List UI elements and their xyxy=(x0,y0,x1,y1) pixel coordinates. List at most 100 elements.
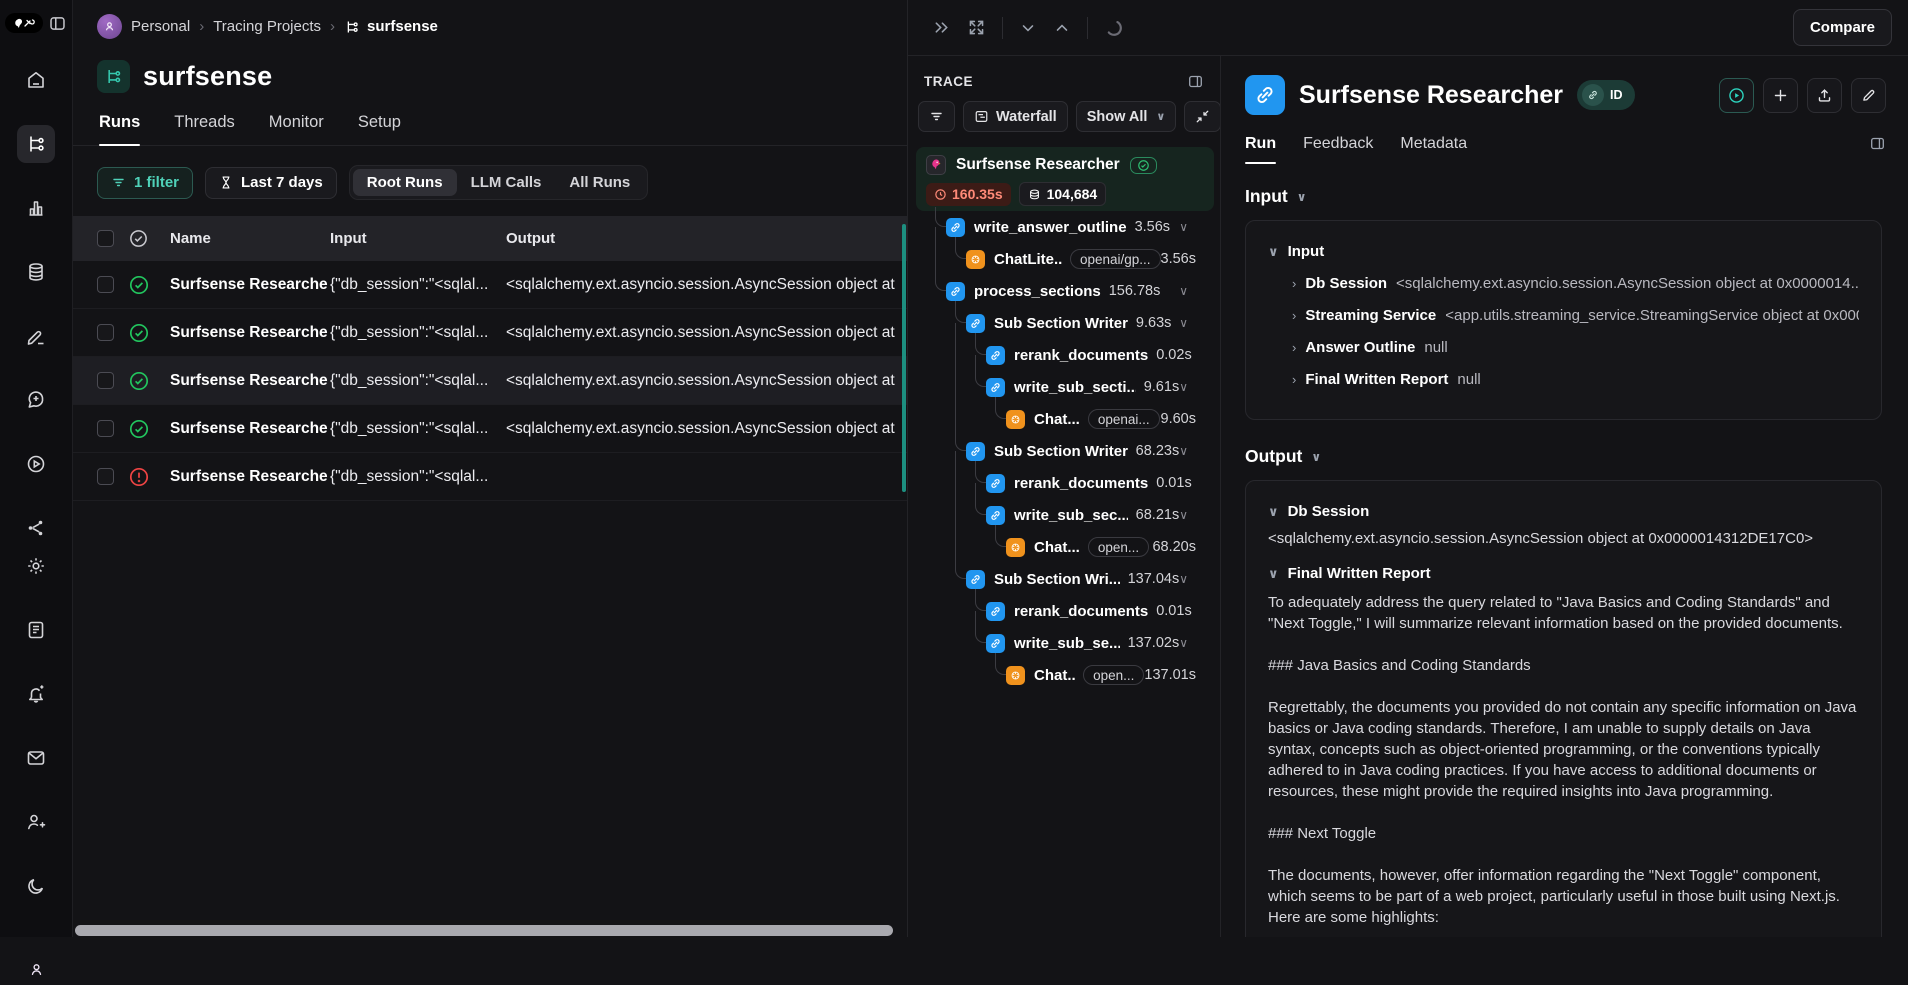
input-field-row[interactable]: › Final Written Report null xyxy=(1292,371,1859,388)
sidebar-item[interactable] xyxy=(17,61,55,99)
input-section-heading[interactable]: Input ∨ xyxy=(1245,186,1882,207)
breadcrumb-section[interactable]: Tracing Projects xyxy=(213,18,321,35)
sidebar-item[interactable] xyxy=(17,189,55,227)
chevron-down-icon[interactable]: ∨ xyxy=(1179,220,1188,234)
date-range-chip[interactable]: Last 7 days xyxy=(205,167,337,199)
chevron-down-icon[interactable]: ∨ xyxy=(1179,572,1188,586)
table-row[interactable]: Surfsense Researcher {"db_session":"<sql… xyxy=(73,309,907,357)
node-name: write_sub_secti... xyxy=(1014,379,1136,396)
chevron-right-icon[interactable]: › xyxy=(1292,308,1296,323)
main-tab[interactable]: Runs xyxy=(99,113,140,145)
home-icon xyxy=(25,69,47,91)
main-tab[interactable]: Threads xyxy=(174,113,235,145)
segment-option[interactable]: All Runs xyxy=(555,169,644,196)
sidebar-item[interactable] xyxy=(17,125,55,163)
trace-node[interactable]: write_sub_se... 137.02s ∨ xyxy=(916,627,1214,659)
trace-node[interactable]: Sub Section Wri... 137.04s ∨ xyxy=(916,563,1214,595)
run-id-badge[interactable]: ID xyxy=(1577,80,1635,110)
langsmith-logo[interactable] xyxy=(5,13,43,33)
input-field-row[interactable]: › Db Session <sqlalchemy.ext.asyncio.ses… xyxy=(1292,275,1859,292)
sidebar-item[interactable] xyxy=(17,381,55,419)
input-field-row[interactable]: › Streaming Service <app.utils.streaming… xyxy=(1292,307,1859,324)
table-row[interactable]: Surfsense Researcher {"db_session":"<sql… xyxy=(73,405,907,453)
row-checkbox[interactable] xyxy=(97,420,114,437)
main-tab[interactable]: Monitor xyxy=(269,113,324,145)
trace-node[interactable]: Chat... open... 137.01s xyxy=(916,659,1214,691)
segment-option[interactable]: Root Runs xyxy=(353,169,457,196)
sidebar-item[interactable] xyxy=(17,803,55,841)
collapse-tree-button[interactable] xyxy=(1184,101,1220,132)
chevron-down-icon[interactable]: ∨ xyxy=(1179,508,1188,522)
table-row[interactable]: Surfsense Researcher {"db_session":"<sql… xyxy=(73,453,907,501)
select-all-checkbox[interactable] xyxy=(97,230,114,247)
sidebar-item[interactable] xyxy=(17,253,55,291)
detail-tab[interactable]: Run xyxy=(1245,135,1276,164)
open-in-playground-button[interactable] xyxy=(1719,78,1754,113)
input-group-label[interactable]: ∨ Input xyxy=(1268,243,1859,260)
waterfall-button[interactable]: Waterfall xyxy=(963,101,1068,132)
chevron-down-icon: ∨ xyxy=(1297,190,1307,204)
chevron-right-icon[interactable]: › xyxy=(1292,276,1296,291)
next-run-chevron-icon[interactable] xyxy=(1045,19,1079,37)
prev-run-chevron-icon[interactable] xyxy=(1011,19,1045,37)
model-badge: open... xyxy=(1083,665,1144,685)
sidebar-item[interactable] xyxy=(17,445,55,483)
detail-tab[interactable]: Metadata xyxy=(1400,135,1467,164)
main-tab[interactable]: Setup xyxy=(358,113,401,145)
expand-fullscreen-icon[interactable] xyxy=(959,18,994,37)
sidebar-item[interactable] xyxy=(17,867,55,905)
chevron-down-icon[interactable]: ∨ xyxy=(1179,444,1188,458)
chevron-down-icon[interactable]: ∨ xyxy=(1179,636,1188,650)
add-button[interactable] xyxy=(1763,78,1798,113)
table-vertical-scrollbar[interactable] xyxy=(902,224,906,492)
input-field-row[interactable]: › Answer Outline null xyxy=(1292,339,1859,356)
column-output[interactable]: Output xyxy=(506,230,907,247)
output-report-label[interactable]: ∨ Final Written Report xyxy=(1268,565,1859,582)
chevron-right-icon[interactable]: › xyxy=(1292,372,1296,387)
table-horizontal-scrollbar[interactable] xyxy=(75,925,893,936)
segment-option[interactable]: LLM Calls xyxy=(457,169,556,196)
output-section-heading[interactable]: Output ∨ xyxy=(1245,446,1882,467)
column-input[interactable]: Input xyxy=(330,230,504,247)
sidebar-item[interactable] xyxy=(17,739,55,777)
table-row[interactable]: Surfsense Researcher {"db_session":"<sql… xyxy=(73,357,907,405)
table-row[interactable]: Surfsense Researcher {"db_session":"<sql… xyxy=(73,261,907,309)
compare-button[interactable]: Compare xyxy=(1793,9,1892,46)
edit-button[interactable] xyxy=(1851,78,1886,113)
org-avatar[interactable] xyxy=(97,14,122,39)
trace-glyph-icon xyxy=(344,19,360,35)
chevron-down-icon[interactable]: ∨ xyxy=(1179,316,1188,330)
row-checkbox[interactable] xyxy=(97,276,114,293)
chevron-down-icon[interactable]: ∨ xyxy=(1179,380,1188,394)
field-value: <app.utils.streaming_service.StreamingSe… xyxy=(1445,307,1859,324)
row-checkbox[interactable] xyxy=(97,372,114,389)
trace-root-node[interactable]: Surfsense Researcher 160.35s 104,684 xyxy=(916,147,1214,211)
show-all-dropdown[interactable]: Show All ∨ xyxy=(1076,101,1177,132)
sidebar-item[interactable] xyxy=(17,547,55,585)
breadcrumb-page[interactable]: surfsense xyxy=(344,18,438,35)
report-paragraph: ### Next Toggle xyxy=(1268,823,1859,844)
sidebar-item[interactable] xyxy=(17,317,55,355)
chevron-right-icon[interactable]: › xyxy=(1292,340,1296,355)
row-checkbox[interactable] xyxy=(97,468,114,485)
share-button[interactable] xyxy=(1807,78,1842,113)
sidebar-item[interactable] xyxy=(17,611,55,649)
filter-chip[interactable]: 1 filter xyxy=(97,167,193,199)
detail-tab[interactable]: Feedback xyxy=(1303,135,1373,164)
sidebar-collapse-icon[interactable] xyxy=(48,14,67,33)
sidebar-item[interactable] xyxy=(17,675,55,713)
collapse-panel-icon[interactable] xyxy=(924,18,959,37)
trace-panel-layout-icon[interactable] xyxy=(1187,73,1204,90)
breadcrumb-org[interactable]: Personal xyxy=(131,18,190,35)
sidebar-item[interactable] xyxy=(17,509,55,547)
trace-node[interactable]: ChatLite... openai/gp... 3.56s xyxy=(916,243,1214,275)
detail-panel-layout-icon[interactable] xyxy=(1869,135,1886,152)
chevron-down-icon[interactable]: ∨ xyxy=(1179,284,1188,298)
trace-node[interactable]: rerank_documents 0.01s xyxy=(916,595,1214,627)
user-avatar[interactable] xyxy=(20,953,52,985)
output-db-session-label[interactable]: ∨ Db Session xyxy=(1268,503,1859,520)
tree-connector xyxy=(935,207,946,227)
row-checkbox[interactable] xyxy=(97,324,114,341)
column-name[interactable]: Name xyxy=(170,230,328,247)
tree-filter-button[interactable] xyxy=(918,101,955,132)
